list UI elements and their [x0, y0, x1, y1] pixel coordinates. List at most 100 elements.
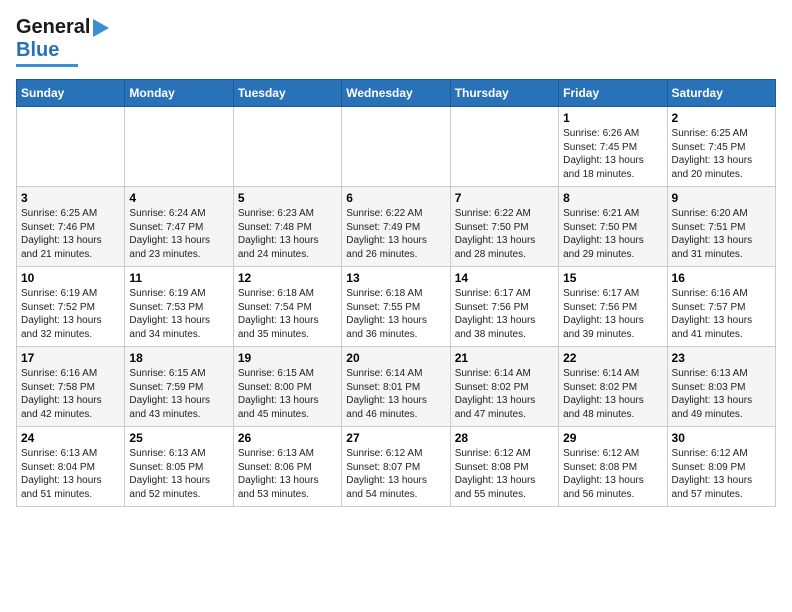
day-info: Sunrise: 6:17 AM Sunset: 7:56 PM Dayligh… [563, 287, 662, 341]
calendar-cell: 24 Sunrise: 6:13 AM Sunset: 8:04 PM Dayli… [17, 427, 125, 507]
day-number: 14 [455, 271, 554, 285]
calendar-cell: 6 Sunrise: 6:22 AM Sunset: 7:49 PM Daylig… [342, 187, 450, 267]
calendar-cell: 16 Sunrise: 6:16 AM Sunset: 7:57 PM Dayli… [667, 267, 775, 347]
calendar-cell: 22 Sunrise: 6:14 AM Sunset: 8:02 PM Dayli… [559, 347, 667, 427]
logo-text-general: General [16, 16, 90, 39]
day-number: 4 [129, 191, 228, 205]
calendar-cell: 12Sunrise: 6:18 AM Sunset: 7:54 PM Dayli… [233, 267, 341, 347]
dow-header-sunday: Sunday [17, 80, 125, 107]
day-number: 9 [672, 191, 771, 205]
day-number: 30 [672, 431, 771, 445]
day-number: 16 [672, 271, 771, 285]
dow-header-tuesday: Tuesday [233, 80, 341, 107]
calendar-cell [125, 107, 233, 187]
day-number: 26 [238, 431, 337, 445]
calendar-cell [342, 107, 450, 187]
day-info: Sunrise: 6:24 AM Sunset: 7:47 PM Dayligh… [129, 207, 228, 261]
calendar-cell: 23Sunrise: 6:13 AM Sunset: 8:03 PM Dayli… [667, 347, 775, 427]
day-number: 7 [455, 191, 554, 205]
day-number: 13 [346, 271, 445, 285]
day-number: 15 [563, 271, 662, 285]
logo: General Blue [16, 16, 109, 67]
day-info: Sunrise: 6:13 AM Sunset: 8:04 PM Dayligh… [21, 447, 120, 501]
day-info: Sunrise: 6:22 AM Sunset: 7:50 PM Dayligh… [455, 207, 554, 261]
dow-header-wednesday: Wednesday [342, 80, 450, 107]
day-info: Sunrise: 6:18 AM Sunset: 7:54 PM Dayligh… [238, 287, 337, 341]
calendar-cell [233, 107, 341, 187]
day-info: Sunrise: 6:19 AM Sunset: 7:52 PM Dayligh… [21, 287, 120, 341]
day-number: 20 [346, 351, 445, 365]
calendar-cell: 20 Sunrise: 6:14 AM Sunset: 8:01 PM Dayli… [342, 347, 450, 427]
calendar-cell: 2 Sunrise: 6:25 AM Sunset: 7:45 PM Daylig… [667, 107, 775, 187]
calendar-cell: 13 Sunrise: 6:18 AM Sunset: 7:55 PM Dayli… [342, 267, 450, 347]
logo-underline [16, 64, 78, 67]
day-info: Sunrise: 6:20 AM Sunset: 7:51 PM Dayligh… [672, 207, 771, 261]
day-number: 1 [563, 111, 662, 125]
calendar-cell: 1 Sunrise: 6:26 AM Sunset: 7:45 PM Daylig… [559, 107, 667, 187]
week-row-4: 17Sunrise: 6:16 AM Sunset: 7:58 PM Dayli… [17, 347, 776, 427]
day-number: 21 [455, 351, 554, 365]
day-number: 24 [21, 431, 120, 445]
day-info: Sunrise: 6:23 AM Sunset: 7:48 PM Dayligh… [238, 207, 337, 261]
day-info: Sunrise: 6:13 AM Sunset: 8:05 PM Dayligh… [129, 447, 228, 501]
calendar-table: SundayMondayTuesdayWednesdayThursdayFrid… [16, 79, 776, 507]
day-number: 2 [672, 111, 771, 125]
day-number: 3 [21, 191, 120, 205]
day-number: 22 [563, 351, 662, 365]
calendar-cell: 26 Sunrise: 6:13 AM Sunset: 8:06 PM Dayli… [233, 427, 341, 507]
calendar-cell: 17Sunrise: 6:16 AM Sunset: 7:58 PM Dayli… [17, 347, 125, 427]
calendar-cell: 8 Sunrise: 6:21 AM Sunset: 7:50 PM Daylig… [559, 187, 667, 267]
day-info: Sunrise: 6:25 AM Sunset: 7:46 PM Dayligh… [21, 207, 120, 261]
calendar-cell: 9 Sunrise: 6:20 AM Sunset: 7:51 PM Daylig… [667, 187, 775, 267]
day-info: Sunrise: 6:21 AM Sunset: 7:50 PM Dayligh… [563, 207, 662, 261]
day-number: 28 [455, 431, 554, 445]
day-number: 6 [346, 191, 445, 205]
calendar-cell: 3 Sunrise: 6:25 AM Sunset: 7:46 PM Daylig… [17, 187, 125, 267]
dow-header-saturday: Saturday [667, 80, 775, 107]
day-info: Sunrise: 6:15 AM Sunset: 8:00 PM Dayligh… [238, 367, 337, 421]
calendar-cell: 28 Sunrise: 6:12 AM Sunset: 8:08 PM Dayli… [450, 427, 558, 507]
calendar-cell: 19 Sunrise: 6:15 AM Sunset: 8:00 PM Dayli… [233, 347, 341, 427]
day-info: Sunrise: 6:13 AM Sunset: 8:06 PM Dayligh… [238, 447, 337, 501]
calendar-cell: 25 Sunrise: 6:13 AM Sunset: 8:05 PM Dayli… [125, 427, 233, 507]
dow-header-monday: Monday [125, 80, 233, 107]
logo-arrow-icon [93, 19, 109, 37]
day-number: 11 [129, 271, 228, 285]
calendar-cell: 27Sunrise: 6:12 AM Sunset: 8:07 PM Dayli… [342, 427, 450, 507]
calendar-cell [450, 107, 558, 187]
day-info: Sunrise: 6:14 AM Sunset: 8:02 PM Dayligh… [563, 367, 662, 421]
day-number: 27 [346, 431, 445, 445]
calendar-cell: 4 Sunrise: 6:24 AM Sunset: 7:47 PM Daylig… [125, 187, 233, 267]
day-number: 18 [129, 351, 228, 365]
calendar-cell: 15 Sunrise: 6:17 AM Sunset: 7:56 PM Dayli… [559, 267, 667, 347]
day-number: 5 [238, 191, 337, 205]
day-info: Sunrise: 6:18 AM Sunset: 7:55 PM Dayligh… [346, 287, 445, 341]
day-info: Sunrise: 6:25 AM Sunset: 7:45 PM Dayligh… [672, 127, 771, 181]
calendar-cell: 18 Sunrise: 6:15 AM Sunset: 7:59 PM Dayli… [125, 347, 233, 427]
day-info: Sunrise: 6:16 AM Sunset: 7:57 PM Dayligh… [672, 287, 771, 341]
calendar-cell: 29Sunrise: 6:12 AM Sunset: 8:08 PM Dayli… [559, 427, 667, 507]
day-info: Sunrise: 6:22 AM Sunset: 7:49 PM Dayligh… [346, 207, 445, 261]
day-info: Sunrise: 6:16 AM Sunset: 7:58 PM Dayligh… [21, 367, 120, 421]
calendar-cell: 5 Sunrise: 6:23 AM Sunset: 7:48 PM Daylig… [233, 187, 341, 267]
day-number: 19 [238, 351, 337, 365]
calendar-cell: 7 Sunrise: 6:22 AM Sunset: 7:50 PM Daylig… [450, 187, 558, 267]
day-number: 8 [563, 191, 662, 205]
calendar-cell [17, 107, 125, 187]
day-info: Sunrise: 6:14 AM Sunset: 8:01 PM Dayligh… [346, 367, 445, 421]
day-info: Sunrise: 6:15 AM Sunset: 7:59 PM Dayligh… [129, 367, 228, 421]
day-info: Sunrise: 6:26 AM Sunset: 7:45 PM Dayligh… [563, 127, 662, 181]
calendar-cell: 30 Sunrise: 6:12 AM Sunset: 8:09 PM Dayli… [667, 427, 775, 507]
day-info: Sunrise: 6:12 AM Sunset: 8:08 PM Dayligh… [455, 447, 554, 501]
day-number: 10 [21, 271, 120, 285]
calendar-cell: 11Sunrise: 6:19 AM Sunset: 7:53 PM Dayli… [125, 267, 233, 347]
week-row-1: 1 Sunrise: 6:26 AM Sunset: 7:45 PM Daylig… [17, 107, 776, 187]
day-number: 25 [129, 431, 228, 445]
week-row-2: 3 Sunrise: 6:25 AM Sunset: 7:46 PM Daylig… [17, 187, 776, 267]
day-info: Sunrise: 6:13 AM Sunset: 8:03 PM Dayligh… [672, 367, 771, 421]
logo-text-blue: Blue [16, 39, 59, 62]
day-info: Sunrise: 6:12 AM Sunset: 8:09 PM Dayligh… [672, 447, 771, 501]
calendar-cell: 10 Sunrise: 6:19 AM Sunset: 7:52 PM Dayli… [17, 267, 125, 347]
calendar-cell: 21Sunrise: 6:14 AM Sunset: 8:02 PM Dayli… [450, 347, 558, 427]
day-number: 29 [563, 431, 662, 445]
